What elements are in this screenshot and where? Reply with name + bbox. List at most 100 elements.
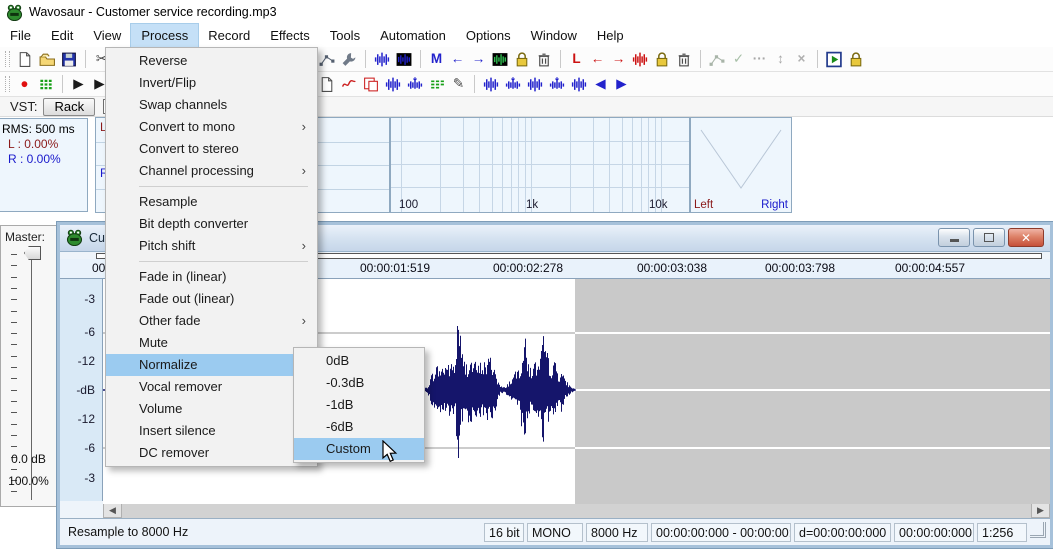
vst-rack-button[interactable]: Rack [43,98,95,116]
master-label: Master: [5,230,45,244]
zoom-out-wave-icon[interactable] [504,76,522,93]
menu-item-vocal-remover[interactable]: Vocal remover [106,376,317,398]
save-file-icon[interactable] [60,51,78,68]
play-from-cursor-icon[interactable]: ▶ [69,75,88,93]
master-slider-thumb[interactable] [24,246,41,260]
resize-grip[interactable] [1030,522,1046,538]
menu-item-normalize[interactable]: Normalize› [106,354,317,376]
close-button[interactable]: ✕ [1008,228,1044,247]
menu-item-reverse[interactable]: Reverse [106,50,317,72]
menu-item-other-fade[interactable]: Other fade› [106,310,317,332]
envelope-apply-icon[interactable]: ✓ [729,50,748,68]
marker-region-wave-icon[interactable] [395,51,413,68]
menu-item-invert-flip[interactable]: Invert/Flip [106,72,317,94]
envelope-scale-icon[interactable]: ↕ [771,50,790,68]
zoom-selection-icon[interactable] [548,76,566,93]
waveform-stats-icon[interactable] [384,76,402,93]
cue-marks-icon[interactable] [428,76,446,93]
spectrum-curve-icon[interactable] [340,76,358,93]
loop-previous-icon[interactable]: ← [588,50,607,68]
marker-next-icon[interactable]: → [469,50,488,68]
envelope-nodes-icon[interactable] [708,51,726,68]
menu-item-convert-to-stereo[interactable]: Convert to stereo [106,138,317,160]
marker-delete-icon[interactable] [535,51,553,68]
spectrum-tick-10k: 10k [649,199,668,211]
spectrum-gridline [661,118,662,212]
menu-item-fade-out-linear[interactable]: Fade out (linear) [106,288,317,310]
loop-wave-icon[interactable] [631,51,649,68]
envelope-points-icon[interactable]: ··· [750,50,769,68]
draw-wave-pencil-icon[interactable]: ✎ [449,75,468,93]
loop-next-icon[interactable]: → [609,50,628,68]
menu-item-0-3db[interactable]: -0.3dB [294,372,424,394]
toolbar-grip[interactable] [5,76,10,92]
menu-item-insert-silence[interactable]: Insert silence› [106,420,317,442]
loop-l-icon[interactable]: L [567,50,586,68]
menu-item-bit-depth-converter[interactable]: Bit depth converter [106,213,317,235]
menu-item-resample[interactable]: Resample [106,191,317,213]
batch-nodes-icon[interactable] [318,51,336,68]
menubar-item-options[interactable]: Options [456,24,521,47]
menubar-item-help[interactable]: Help [587,24,634,47]
menubar-item-automation[interactable]: Automation [370,24,456,47]
scroll-track[interactable] [122,502,1031,518]
mouse-cursor [381,440,403,464]
menu-item-mute[interactable]: Mute [106,332,317,354]
scroll-right-arrow[interactable]: ▶ [1031,502,1050,518]
loop-lock-icon[interactable] [653,51,671,68]
zoom-all-icon[interactable] [570,76,588,93]
open-file-icon[interactable] [38,51,56,68]
menu-item-volume[interactable]: Volume› [106,398,317,420]
go-end-icon[interactable]: ▶ [612,75,631,93]
rms-panel: RMS: 500 ms L : 0.00% R : 0.00% [0,118,88,212]
marker-insert-wave-icon[interactable] [373,51,391,68]
new-file-icon[interactable] [16,51,34,68]
master-slider-tick [11,288,17,289]
db-scale-label: -6 [84,441,95,455]
vst-lock-icon[interactable] [847,51,865,68]
marker-m-icon[interactable]: M [427,50,446,68]
marker-play-block-icon[interactable] [491,51,509,68]
spectrum-gridline [401,118,402,212]
waveform-interpolate-icon[interactable] [406,76,424,93]
copy-pages-icon[interactable] [362,76,380,93]
envelope-delete-icon[interactable]: × [792,50,811,68]
menu-item-dc-remover[interactable]: DC remover [106,442,317,464]
toolbar-grip[interactable] [5,51,10,67]
toolbar-separator [700,50,701,68]
play-vst-icon[interactable] [825,51,843,68]
menu-item-fade-in-linear[interactable]: Fade in (linear) [106,266,317,288]
minimize-button[interactable] [938,228,970,247]
db-scale: -3-6-12-dB-12-6-3 [60,279,103,502]
menubar-item-edit[interactable]: Edit [41,24,83,47]
menu-item-channel-processing[interactable]: Channel processing› [106,160,317,182]
menubar-item-effects[interactable]: Effects [260,24,320,47]
menubar-item-view[interactable]: View [83,24,131,47]
db-scale-label: -12 [78,412,95,426]
menu-item-custom[interactable]: Custom [294,438,424,460]
go-start-icon[interactable]: ◀ [591,75,610,93]
menu-item-6db[interactable]: -6dB [294,416,424,438]
menubar-item-tools[interactable]: Tools [320,24,370,47]
zoom-vertical-icon[interactable] [482,76,500,93]
horizontal-scrollbar[interactable]: ◀ ▶ [103,501,1050,518]
record-icon[interactable]: ● [15,75,34,93]
settings-wrench-icon[interactable] [340,51,358,68]
zoom-in-wave-icon[interactable] [526,76,544,93]
menubar-item-file[interactable]: File [0,24,41,47]
menubar-item-record[interactable]: Record [198,24,260,47]
loop-delete-icon[interactable] [675,51,693,68]
menu-item-0db[interactable]: 0dB [294,350,424,372]
scroll-left-arrow[interactable]: ◀ [103,502,122,518]
menu-item-swap-channels[interactable]: Swap channels [106,94,317,116]
menubar-item-process[interactable]: Process [131,24,198,47]
menu-item-pitch-shift[interactable]: Pitch shift› [106,235,317,257]
maximize-button[interactable] [973,228,1005,247]
menubar-item-window[interactable]: Window [521,24,587,47]
marker-previous-icon[interactable]: ← [448,50,467,68]
text-report-icon[interactable] [318,76,336,93]
monitor-meter-icon[interactable] [37,76,55,93]
menu-item-convert-to-mono[interactable]: Convert to mono› [106,116,317,138]
marker-lock-icon[interactable] [513,51,531,68]
menu-item-1db[interactable]: -1dB [294,394,424,416]
